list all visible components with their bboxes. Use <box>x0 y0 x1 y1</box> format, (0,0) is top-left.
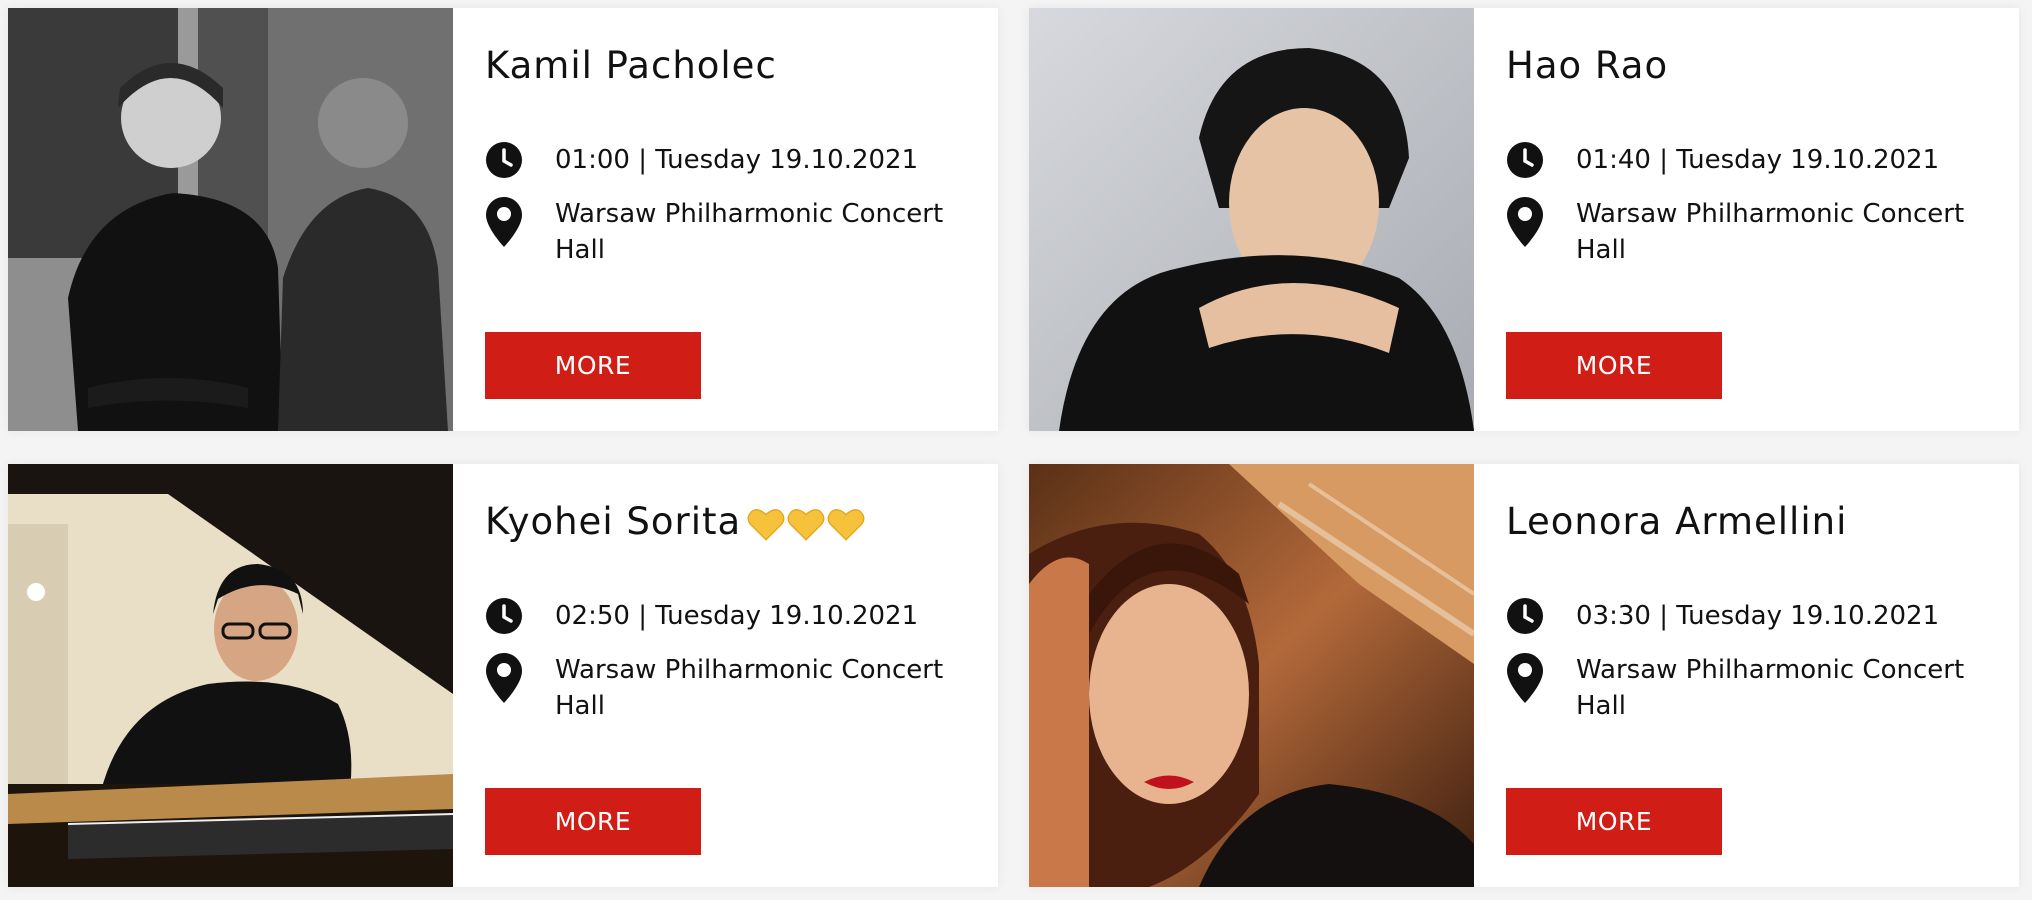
performer-info: Kyohei Sorita 02:50 | Tuesday 19.10.2021… <box>453 464 998 887</box>
venue-row: Warsaw Philharmonic Concert Hall <box>1506 652 1976 724</box>
performer-photo[interactable] <box>8 464 453 887</box>
performer-card: Hao Rao 01:40 | Tuesday 19.10.2021 Warsa… <box>1029 8 2019 431</box>
performer-name[interactable]: Kamil Pacholec <box>485 44 777 87</box>
clock-icon <box>485 597 523 635</box>
map-pin-icon <box>1506 196 1544 247</box>
clock-icon <box>485 141 523 179</box>
performer-card: Kyohei Sorita 02:50 | Tuesday 19.10.2021… <box>8 464 998 887</box>
venue-name: Warsaw Philharmonic Concert Hall <box>555 199 944 265</box>
performer-card: Kamil Pacholec 01:00 | Tuesday 19.10.202… <box>8 8 998 431</box>
performance-time: 01:00 | Tuesday 19.10.2021 <box>555 145 919 175</box>
more-button[interactable]: MORE <box>485 788 701 855</box>
performer-grid: Kamil Pacholec 01:00 | Tuesday 19.10.202… <box>0 0 2032 900</box>
yellow-heart-icons <box>745 506 865 542</box>
clock-icon <box>1506 141 1544 179</box>
more-button[interactable]: MORE <box>1506 788 1722 855</box>
performer-name[interactable]: Kyohei Sorita <box>485 500 865 543</box>
performer-name[interactable]: Hao Rao <box>1506 44 1668 87</box>
performer-info: Leonora Armellini 03:30 | Tuesday 19.10.… <box>1474 464 2019 887</box>
time-row: 01:40 | Tuesday 19.10.2021 <box>1506 141 1939 179</box>
yellow-heart-icon <box>747 508 785 541</box>
map-pin-icon <box>485 196 523 247</box>
performer-card: Leonora Armellini 03:30 | Tuesday 19.10.… <box>1029 464 2019 887</box>
performer-name[interactable]: Leonora Armellini <box>1506 500 1847 543</box>
performer-photo[interactable] <box>1029 464 1474 887</box>
time-row: 02:50 | Tuesday 19.10.2021 <box>485 597 918 635</box>
performer-info: Hao Rao 01:40 | Tuesday 19.10.2021 Warsa… <box>1474 8 2019 431</box>
venue-row: Warsaw Philharmonic Concert Hall <box>485 652 955 724</box>
performance-time: 03:30 | Tuesday 19.10.2021 <box>1576 601 1940 631</box>
venue-name: Warsaw Philharmonic Concert Hall <box>555 655 944 721</box>
venue-name: Warsaw Philharmonic Concert Hall <box>1576 199 1965 265</box>
time-row: 03:30 | Tuesday 19.10.2021 <box>1506 597 1939 635</box>
clock-icon <box>1506 597 1544 635</box>
performer-name-text: Kyohei Sorita <box>485 500 742 543</box>
map-pin-icon <box>1506 652 1544 703</box>
performer-photo[interactable] <box>1029 8 1474 431</box>
performer-info: Kamil Pacholec 01:00 | Tuesday 19.10.202… <box>453 8 998 431</box>
venue-row: Warsaw Philharmonic Concert Hall <box>1506 196 1976 268</box>
more-button[interactable]: MORE <box>1506 332 1722 399</box>
performance-time: 02:50 | Tuesday 19.10.2021 <box>555 601 919 631</box>
yellow-heart-icon <box>827 508 865 541</box>
time-row: 01:00 | Tuesday 19.10.2021 <box>485 141 918 179</box>
more-button[interactable]: MORE <box>485 332 701 399</box>
venue-name: Warsaw Philharmonic Concert Hall <box>1576 655 1965 721</box>
venue-row: Warsaw Philharmonic Concert Hall <box>485 196 955 268</box>
yellow-heart-icon <box>787 508 825 541</box>
performance-time: 01:40 | Tuesday 19.10.2021 <box>1576 145 1940 175</box>
performer-photo[interactable] <box>8 8 453 431</box>
map-pin-icon <box>485 652 523 703</box>
